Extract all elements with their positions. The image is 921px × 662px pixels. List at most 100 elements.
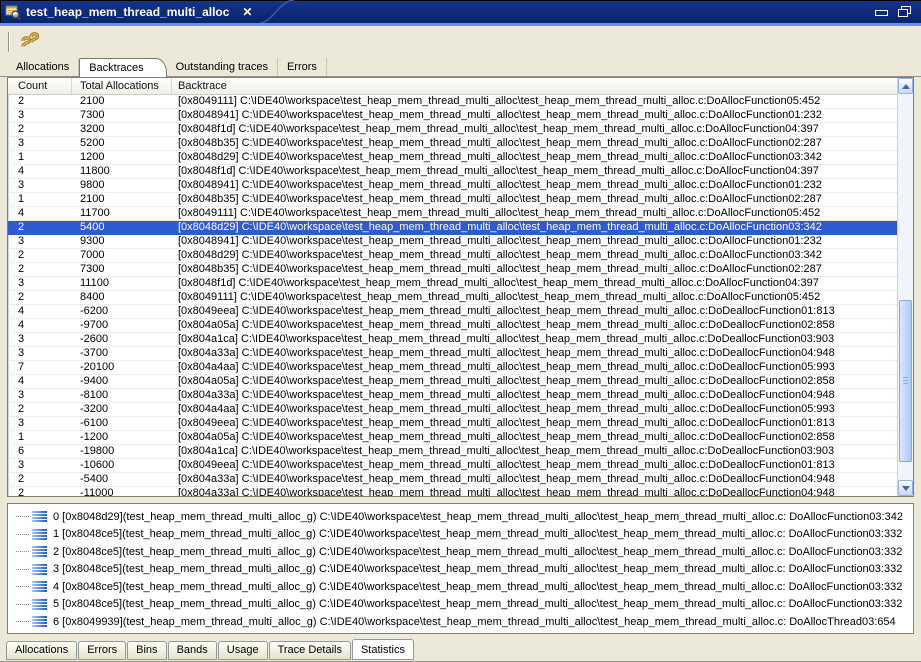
bottom-tab-label: Errors bbox=[87, 644, 117, 656]
column-header-backtrace[interactable]: Backtrace bbox=[172, 78, 913, 94]
table-row[interactable]: 3 -3700 [0x804a33a] C:\IDE40\workspace\t… bbox=[8, 347, 897, 361]
cell-backtrace: [0x804a05a] C:\IDE40\workspace\test_heap… bbox=[172, 319, 897, 332]
cell-backtrace: [0x8049111] C:\IDE40\workspace\test_heap… bbox=[172, 291, 897, 304]
trace-frame-row[interactable]: 3 [0x8048ce5](test_heap_mem_thread_multi… bbox=[8, 561, 913, 579]
table-row[interactable]: 3 5200 [0x8048b35] C:\IDE40\workspace\te… bbox=[8, 137, 897, 151]
cell-backtrace: [0x804a33a] C:\IDE40\workspace\test_heap… bbox=[172, 347, 897, 360]
cell-total-allocations: -19800 bbox=[72, 445, 172, 458]
table-row[interactable]: 1 1200 [0x8048d29] C:\IDE40\workspace\te… bbox=[8, 151, 897, 165]
table-row[interactable]: 3 -8100 [0x804a33a] C:\IDE40\workspace\t… bbox=[8, 389, 897, 403]
table-row[interactable]: 3 -10600 [0x8049eea] C:\IDE40\workspace\… bbox=[8, 459, 897, 473]
bottom-tab[interactable]: Statistics bbox=[352, 639, 414, 660]
cell-total-allocations: 7300 bbox=[72, 109, 172, 122]
page-tab-label: Errors bbox=[287, 61, 317, 73]
tree-line bbox=[16, 604, 29, 605]
vertical-scrollbar[interactable] bbox=[897, 78, 913, 496]
table-row[interactable]: 2 -5400 [0x804a33a] C:\IDE40\workspace\t… bbox=[8, 473, 897, 487]
table-row[interactable]: 4 11800 [0x8048f1d] C:\IDE40\workspace\t… bbox=[8, 165, 897, 179]
cell-total-allocations: -2600 bbox=[72, 333, 172, 346]
table-row[interactable]: 3 9300 [0x8048941] C:\IDE40\workspace\te… bbox=[8, 235, 897, 249]
bottom-tab-label: Usage bbox=[227, 644, 259, 656]
table-row[interactable]: 2 7000 [0x8048d29] C:\IDE40\workspace\te… bbox=[8, 249, 897, 263]
table-row[interactable]: 3 7300 [0x8048941] C:\IDE40\workspace\te… bbox=[8, 109, 897, 123]
scroll-up-button[interactable] bbox=[898, 78, 913, 94]
bottom-tab[interactable]: Trace Details bbox=[269, 641, 351, 660]
trace-details-panel: 0 [0x8048d29](test_heap_mem_thread_multi… bbox=[7, 503, 914, 634]
bottom-tab[interactable]: Usage bbox=[218, 641, 268, 660]
tree-line bbox=[16, 551, 29, 552]
table-row[interactable]: 3 -6100 [0x8049eea] C:\IDE40\workspace\t… bbox=[8, 417, 897, 431]
cell-backtrace: [0x8048d29] C:\IDE40\workspace\test_heap… bbox=[172, 249, 897, 262]
cell-backtrace: [0x804a33a] C:\IDE40\workspace\test_heap… bbox=[172, 473, 897, 486]
table-row[interactable]: 2 7300 [0x8048b35] C:\IDE40\workspace\te… bbox=[8, 263, 897, 277]
cell-backtrace: [0x8048941] C:\IDE40\workspace\test_heap… bbox=[172, 235, 897, 248]
cell-count: 2 bbox=[8, 473, 72, 486]
table-row[interactable]: 3 -2600 [0x804a1ca] C:\IDE40\workspace\t… bbox=[8, 333, 897, 347]
cell-count: 3 bbox=[8, 333, 72, 346]
trace-frame-row[interactable]: 1 [0x8048ce5](test_heap_mem_thread_multi… bbox=[8, 526, 913, 544]
cell-count: 2 bbox=[8, 95, 72, 108]
cell-backtrace: [0x804a1ca] C:\IDE40\workspace\test_heap… bbox=[172, 445, 897, 458]
table-row[interactable]: 3 9800 [0x8048941] C:\IDE40\workspace\te… bbox=[8, 179, 897, 193]
minimize-button[interactable] bbox=[875, 8, 888, 16]
table-row[interactable]: 2 -11000 [0x804a33a] C:\IDE40\workspace\… bbox=[8, 487, 897, 496]
page-tab[interactable]: Errors bbox=[278, 58, 327, 76]
table-row[interactable]: 6 -19800 [0x804a1ca] C:\IDE40\workspace\… bbox=[8, 445, 897, 459]
table-row[interactable]: 4 -9400 [0x804a05a] C:\IDE40\workspace\t… bbox=[8, 375, 897, 389]
cell-total-allocations: -5400 bbox=[72, 473, 172, 486]
cell-count: 1 bbox=[8, 193, 72, 206]
table-row[interactable]: 1 -1200 [0x804a05a] C:\IDE40\workspace\t… bbox=[8, 431, 897, 445]
page-tab-label: Backtraces bbox=[89, 62, 143, 74]
table-row[interactable]: 2 3200 [0x8048f1d] C:\IDE40\workspace\te… bbox=[8, 123, 897, 137]
bottom-tab[interactable]: Errors bbox=[78, 641, 126, 660]
table-row[interactable]: 7 -20100 [0x804a4aa] C:\IDE40\workspace\… bbox=[8, 361, 897, 375]
table-row[interactable]: 4 11700 [0x8049111] C:\IDE40\workspace\t… bbox=[8, 207, 897, 221]
trace-frame-row[interactable]: 2 [0x8048ce5](test_heap_mem_thread_multi… bbox=[8, 543, 913, 561]
bottom-tab[interactable]: Bands bbox=[168, 641, 217, 660]
view-tab[interactable]: test_heap_mem_thread_multi_alloc ✕ bbox=[0, 0, 258, 23]
tree-line bbox=[16, 621, 29, 622]
column-header-count[interactable]: Count bbox=[8, 78, 72, 94]
close-icon[interactable]: ✕ bbox=[242, 5, 252, 19]
table-row[interactable]: 2 2100 [0x8049111] C:\IDE40\workspace\te… bbox=[8, 95, 897, 109]
cell-backtrace: [0x804a1ca] C:\IDE40\workspace\test_heap… bbox=[172, 333, 897, 346]
table-row[interactable]: 2 8400 [0x8049111] C:\IDE40\workspace\te… bbox=[8, 291, 897, 305]
page-tab[interactable]: Allocations bbox=[7, 58, 79, 76]
table-row[interactable]: 2 -3200 [0x804a4aa] C:\IDE40\workspace\t… bbox=[8, 403, 897, 417]
page-tab[interactable]: Outstanding traces bbox=[167, 58, 278, 76]
scrollbar-thumb[interactable] bbox=[899, 300, 912, 462]
table-row[interactable]: 4 -6200 [0x8049eea] C:\IDE40\workspace\t… bbox=[8, 305, 897, 319]
page-tab[interactable]: Backtraces bbox=[79, 58, 166, 77]
trace-frame-row[interactable]: 5 [0x8048ce5](test_heap_mem_thread_multi… bbox=[8, 596, 913, 614]
bottom-tab[interactable]: Allocations bbox=[6, 641, 77, 660]
trace-frame-text: 5 [0x8048ce5](test_heap_mem_thread_multi… bbox=[53, 598, 902, 610]
table-row[interactable]: 4 -9700 [0x804a05a] C:\IDE40\workspace\t… bbox=[8, 319, 897, 333]
bottom-tab[interactable]: Bins bbox=[127, 641, 166, 660]
trace-frame-row[interactable]: 0 [0x8048d29](test_heap_mem_thread_multi… bbox=[8, 508, 913, 526]
table-row[interactable]: 2 5400 [0x8048d29] C:\IDE40\workspace\te… bbox=[8, 221, 897, 235]
gold-links-icon bbox=[19, 32, 43, 52]
view-toolbar bbox=[0, 26, 921, 57]
column-header-total-allocations[interactable]: Total Allocations bbox=[72, 78, 172, 94]
cell-total-allocations: 2100 bbox=[72, 193, 172, 206]
cell-total-allocations: -9400 bbox=[72, 375, 172, 388]
cell-total-allocations: -6100 bbox=[72, 417, 172, 430]
cell-total-allocations: 9300 bbox=[72, 235, 172, 248]
cell-count: 3 bbox=[8, 417, 72, 430]
cell-backtrace: [0x8049111] C:\IDE40\workspace\test_heap… bbox=[172, 95, 897, 108]
link-sessions-button[interactable] bbox=[19, 32, 43, 52]
stack-frame-icon bbox=[32, 616, 47, 627]
cell-count: 2 bbox=[8, 249, 72, 262]
maximize-button[interactable] bbox=[898, 6, 911, 17]
bottom-tab-label: Statistics bbox=[361, 644, 405, 656]
trace-frame-row[interactable]: 6 [0x8049939](test_heap_mem_thread_multi… bbox=[8, 613, 913, 631]
table-row[interactable]: 3 11100 [0x8048f1d] C:\IDE40\workspace\t… bbox=[8, 277, 897, 291]
cell-backtrace: [0x8048941] C:\IDE40\workspace\test_heap… bbox=[172, 179, 897, 192]
table-row[interactable]: 1 2100 [0x8048b35] C:\IDE40\workspace\te… bbox=[8, 193, 897, 207]
trace-frame-row[interactable]: 4 [0x8048ce5](test_heap_mem_thread_multi… bbox=[8, 578, 913, 596]
stack-frame-icon bbox=[32, 529, 47, 540]
cell-count: 2 bbox=[8, 123, 72, 136]
cell-total-allocations: -1200 bbox=[72, 431, 172, 444]
stack-frame-icon bbox=[32, 599, 47, 610]
scroll-down-button[interactable] bbox=[898, 480, 913, 496]
